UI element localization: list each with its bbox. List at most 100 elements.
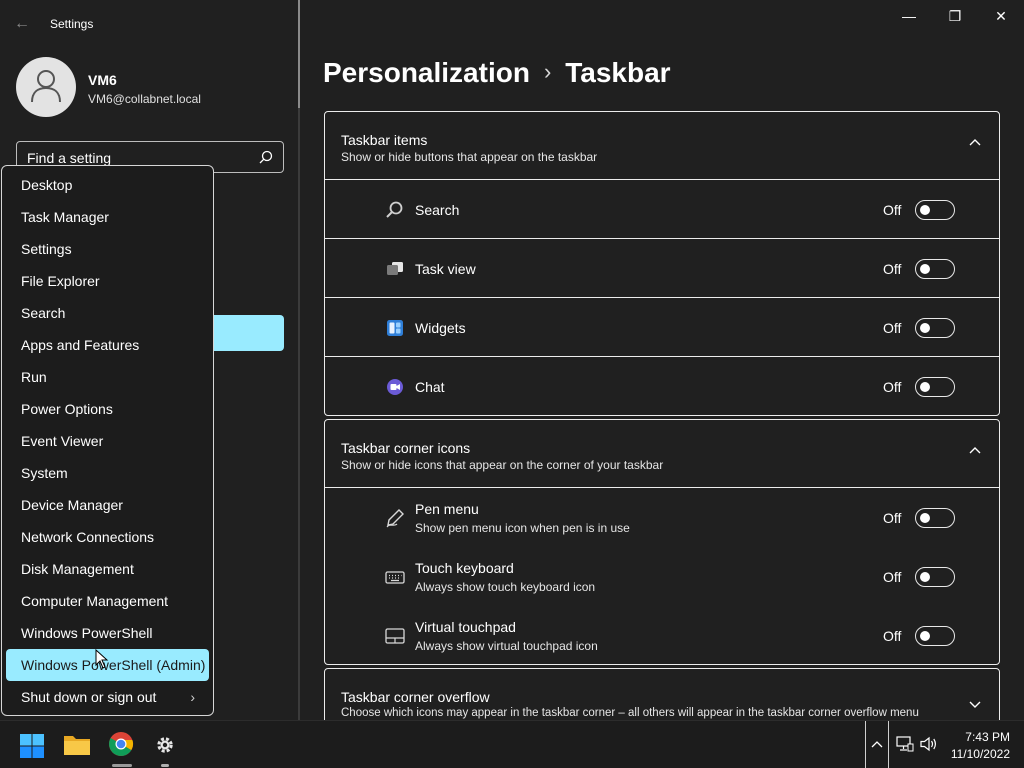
breadcrumb-parent[interactable]: Personalization [323,57,530,88]
widgets-icon [387,320,403,336]
widgets-toggle[interactable] [915,318,955,338]
chevron-up-icon [871,741,883,748]
setting-label: Chat [415,379,445,395]
menu-item-network-connections[interactable]: Network Connections [6,521,209,553]
setting-row-pen-menu: Pen menu Show pen menu icon when pen is … [325,488,999,547]
setting-row-chat: Chat Off [325,357,999,415]
toggle-state: Off [883,320,902,336]
section-subtitle: Show or hide buttons that appear on the … [341,150,598,164]
user-icon [31,70,61,103]
menu-item-power-options[interactable]: Power Options [6,393,209,425]
section-title: Taskbar corner overflow [341,689,490,705]
quick-link-menu: Desktop Task Manager Settings File Explo… [1,165,214,716]
menu-item-settings[interactable]: Settings [6,233,209,265]
task-view-toggle[interactable] [915,259,955,279]
menu-item-system[interactable]: System [6,457,209,489]
toggle-state: Off [883,569,902,585]
restore-button[interactable]: ❐ [932,4,978,28]
chat-toggle[interactable] [915,377,955,397]
section-header[interactable]: Taskbar corner icons Show or hide icons … [325,420,999,488]
menu-item-desktop[interactable]: Desktop [6,169,209,201]
taskbar-corner-icons-section: Taskbar corner icons Show or hide icons … [324,419,1000,665]
close-button[interactable]: ✕ [978,4,1024,28]
clock-date[interactable]: 11/10/2022 [940,747,1010,761]
chevron-up-icon[interactable] [969,446,981,454]
setting-description: Always show touch keyboard icon [415,580,596,594]
show-hidden-icons-button[interactable] [865,721,889,768]
setting-label: Search [415,202,460,218]
section-subtitle: Show or hide icons that appear on the co… [341,458,664,472]
toggle-state: Off [883,379,902,395]
touch-keyboard-toggle[interactable] [915,567,955,587]
active-indicator [161,764,169,767]
menu-item-event-viewer[interactable]: Event Viewer [6,425,209,457]
search-toggle[interactable] [915,200,955,220]
app-title: Settings [50,17,94,31]
task-view-icon [387,262,403,275]
chrome-icon[interactable] [108,731,134,757]
menu-item-computer-management[interactable]: Computer Management [6,585,209,617]
setting-label: Touch keyboard [415,560,514,576]
menu-item-apps-and-features[interactable]: Apps and Features [6,329,209,361]
menu-item-shut-down[interactable]: Shut down or sign out › [6,681,209,713]
settings-icon[interactable] [155,735,175,755]
menu-item-disk-management[interactable]: Disk Management [6,553,209,585]
setting-label: Task view [415,261,476,277]
pen-icon [386,509,404,528]
taskbar-corner-overflow-section: Taskbar corner overflow Choose which ico… [324,668,1000,728]
toggle-state: Off [883,202,902,218]
breadcrumb-separator: › [543,59,552,84]
volume-icon[interactable] [920,736,938,752]
minimize-button[interactable]: — [886,4,932,28]
setting-row-search: Search Off [325,180,999,239]
search-icon [386,201,403,218]
search-input[interactable] [27,150,247,166]
section-title: Taskbar corner icons [341,440,471,456]
chevron-right-icon: › [190,689,195,705]
toggle-state: Off [883,628,902,644]
chevron-up-icon[interactable] [969,138,981,146]
setting-description: Always show virtual touchpad icon [415,639,598,653]
setting-row-touch-keyboard: Touch keyboard Always show touch keyboar… [325,547,999,606]
breadcrumb: Personalization › Taskbar [323,57,671,89]
mouse-cursor-icon [95,649,109,669]
setting-row-task-view: Task view Off [325,239,999,298]
setting-label: Pen menu [415,501,479,517]
chat-icon [387,379,403,395]
running-indicator [112,764,132,767]
setting-label: Virtual touchpad [415,619,516,635]
section-title: Taskbar items [341,132,428,148]
search-icon[interactable] [259,150,273,164]
setting-row-virtual-touchpad: Virtual touchpad Always show virtual tou… [325,606,999,664]
network-icon[interactable] [896,736,914,752]
user-name: VM6 [88,72,117,88]
back-arrow-icon[interactable]: ← [14,14,34,34]
user-email: VM6@collabnet.local [88,92,201,106]
setting-row-widgets: Widgets Off [325,298,999,357]
taskbar: 7:43 PM 11/10/2022 [0,720,1024,768]
menu-item-search[interactable]: Search [6,297,209,329]
setting-description: Show pen menu icon when pen is in use [415,521,630,535]
toggle-state: Off [883,261,902,277]
virtual-touchpad-toggle[interactable] [915,626,955,646]
section-header[interactable]: Taskbar items Show or hide buttons that … [325,112,999,180]
sidebar-scrollbar[interactable] [298,0,300,108]
setting-label: Widgets [415,320,466,336]
chevron-down-icon[interactable] [969,701,981,709]
keyboard-icon [385,571,405,584]
clock-time[interactable]: 7:43 PM [950,730,1010,744]
avatar[interactable] [16,57,76,117]
pen-menu-toggle[interactable] [915,508,955,528]
menu-item-device-manager[interactable]: Device Manager [6,489,209,521]
menu-item-task-manager[interactable]: Task Manager [6,201,209,233]
start-icon[interactable] [19,733,45,759]
taskbar-items-section: Taskbar items Show or hide buttons that … [324,111,1000,416]
toggle-state: Off [883,510,902,526]
touchpad-icon [385,628,405,644]
menu-item-file-explorer[interactable]: File Explorer [6,265,209,297]
section-subtitle: Choose which icons may appear in the tas… [341,707,919,719]
breadcrumb-current: Taskbar [565,57,671,88]
menu-item-windows-powershell[interactable]: Windows PowerShell [6,617,209,649]
file-explorer-icon[interactable] [63,733,91,757]
menu-item-run[interactable]: Run [6,361,209,393]
